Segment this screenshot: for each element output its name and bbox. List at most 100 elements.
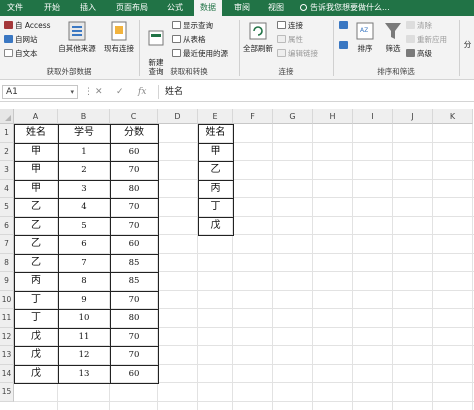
show-queries-button[interactable]: 显示查询	[172, 20, 213, 31]
table-cell[interactable]: 5	[58, 217, 110, 236]
table-cell[interactable]: 70	[110, 217, 158, 236]
table-cell[interactable]: 乙	[14, 235, 58, 254]
row-header-12[interactable]: 12	[0, 327, 14, 346]
row-header-9[interactable]: 9	[0, 272, 14, 291]
row-header-6[interactable]: 6	[0, 216, 14, 235]
row-header-8[interactable]: 8	[0, 253, 14, 272]
table-cell[interactable]: 乙	[14, 198, 58, 217]
table-cell[interactable]: 8	[58, 272, 110, 291]
column-header-j[interactable]: J	[393, 109, 433, 124]
table-cell[interactable]: 甲	[14, 161, 58, 180]
table-cell[interactable]: 戊	[14, 365, 58, 384]
table-cell[interactable]: 9	[58, 291, 110, 310]
table-cell[interactable]: 13	[58, 365, 110, 384]
tab-formulas[interactable]: 公式	[160, 0, 190, 16]
column-header-h[interactable]: H	[313, 109, 353, 124]
tab-view[interactable]: 视图	[262, 0, 290, 16]
refresh-all-button[interactable]: 全部刷新	[241, 20, 275, 53]
table-cell[interactable]: 甲	[14, 180, 58, 199]
row-header-7[interactable]: 7	[0, 235, 14, 254]
filter-button[interactable]: 筛选	[380, 20, 406, 53]
column-header-g[interactable]: G	[273, 109, 313, 124]
sort-az-button[interactable]	[337, 20, 351, 31]
table-cell[interactable]: 12	[58, 346, 110, 365]
from-web-button[interactable]: 自网站	[4, 34, 38, 45]
tell-me-box[interactable]: 告诉我您想要做什么...	[300, 0, 390, 16]
row-header-3[interactable]: 3	[0, 161, 14, 180]
table-cell[interactable]: 80	[110, 180, 158, 199]
column-header-i[interactable]: I	[353, 109, 393, 124]
table-cell[interactable]: 丙	[14, 272, 58, 291]
table-cell[interactable]: 60	[110, 143, 158, 162]
tab-page-layout[interactable]: 页面布局	[108, 0, 156, 16]
row-header-5[interactable]: 5	[0, 198, 14, 217]
worksheet-grid[interactable]: A B C D E F G H I J K 1 2 3 4 5 6 7 8 9 10 11 12 13 14 15 姓名 学号 分数甲 1…	[0, 109, 474, 410]
select-all-corner[interactable]	[0, 109, 14, 124]
column-header-e[interactable]: E	[198, 109, 233, 124]
insert-function-icon[interactable]: fx	[138, 85, 146, 99]
reapply-button[interactable]: 重新应用	[406, 34, 447, 45]
table-cell[interactable]: 丁	[14, 291, 58, 310]
text-to-columns-button[interactable]: 分	[461, 40, 474, 49]
table-cell[interactable]: 3	[58, 180, 110, 199]
table-cell[interactable]: 80	[110, 309, 158, 328]
column-header-d[interactable]: D	[158, 109, 198, 124]
sort-button[interactable]: AZ 排序	[352, 20, 378, 53]
table-cell[interactable]: 11	[58, 328, 110, 347]
table-cell[interactable]: 70	[110, 161, 158, 180]
table-cell[interactable]: 戊	[14, 328, 58, 347]
table-cell[interactable]: 85	[110, 254, 158, 273]
from-table-button[interactable]: 从表格	[172, 34, 206, 45]
table-cell[interactable]: 60	[110, 235, 158, 254]
unique-cell[interactable]: 丙	[198, 180, 233, 199]
table-cell[interactable]: 70	[110, 328, 158, 347]
unique-cell[interactable]: 甲	[198, 143, 233, 162]
table-cell[interactable]: 85	[110, 272, 158, 291]
table-header-cell[interactable]: 学号	[58, 124, 110, 143]
table-cell[interactable]: 10	[58, 309, 110, 328]
column-header-k[interactable]: K	[433, 109, 473, 124]
tab-data[interactable]: 数据	[194, 0, 222, 16]
unique-cell[interactable]: 戊	[198, 217, 233, 236]
table-cell[interactable]: 7	[58, 254, 110, 273]
row-header-11[interactable]: 11	[0, 309, 14, 328]
more-options-icon[interactable]: ⋮	[84, 85, 93, 99]
enter-icon[interactable]: ✓	[116, 85, 124, 99]
table-cell[interactable]: 70	[110, 346, 158, 365]
table-cell[interactable]: 2	[58, 161, 110, 180]
chevron-down-icon[interactable]: ▾	[70, 86, 74, 98]
table-cell[interactable]: 乙	[14, 217, 58, 236]
table-cell[interactable]: 乙	[14, 254, 58, 273]
table-cell[interactable]: 70	[110, 198, 158, 217]
table-cell[interactable]: 6	[58, 235, 110, 254]
row-header-13[interactable]: 13	[0, 346, 14, 365]
cancel-icon[interactable]: ✕	[95, 85, 103, 99]
column-header-c[interactable]: C	[110, 109, 158, 124]
recent-sources-button[interactable]: 最近使用的源	[172, 48, 228, 59]
table-cell[interactable]: 丁	[14, 309, 58, 328]
column-header-a[interactable]: A	[14, 109, 58, 124]
row-header-10[interactable]: 10	[0, 290, 14, 309]
clear-filter-button[interactable]: 清除	[406, 20, 432, 31]
table-cell[interactable]: 4	[58, 198, 110, 217]
sort-za-button[interactable]	[337, 40, 351, 51]
table-cell[interactable]: 戊	[14, 346, 58, 365]
table-cell[interactable]: 1	[58, 143, 110, 162]
table-cell[interactable]: 70	[110, 291, 158, 310]
advanced-filter-button[interactable]: 高级	[406, 48, 432, 59]
unique-cell[interactable]: 丁	[198, 198, 233, 217]
from-text-button[interactable]: 自文本	[4, 48, 38, 59]
connections-button[interactable]: 连接	[277, 20, 303, 31]
table-cell[interactable]: 60	[110, 365, 158, 384]
column-header-b[interactable]: B	[58, 109, 110, 124]
column-header-f[interactable]: F	[233, 109, 273, 124]
row-header-4[interactable]: 4	[0, 179, 14, 198]
tab-file[interactable]: 文件	[0, 0, 30, 16]
tab-review[interactable]: 审阅	[228, 0, 256, 16]
row-header-15[interactable]: 15	[0, 383, 14, 402]
table-header-cell[interactable]: 分数	[110, 124, 158, 143]
tab-home[interactable]: 开始	[36, 0, 68, 16]
formula-input[interactable]: 姓名	[158, 85, 470, 99]
table-header-cell[interactable]: 姓名	[14, 124, 58, 143]
unique-header-cell[interactable]: 姓名	[198, 124, 233, 143]
